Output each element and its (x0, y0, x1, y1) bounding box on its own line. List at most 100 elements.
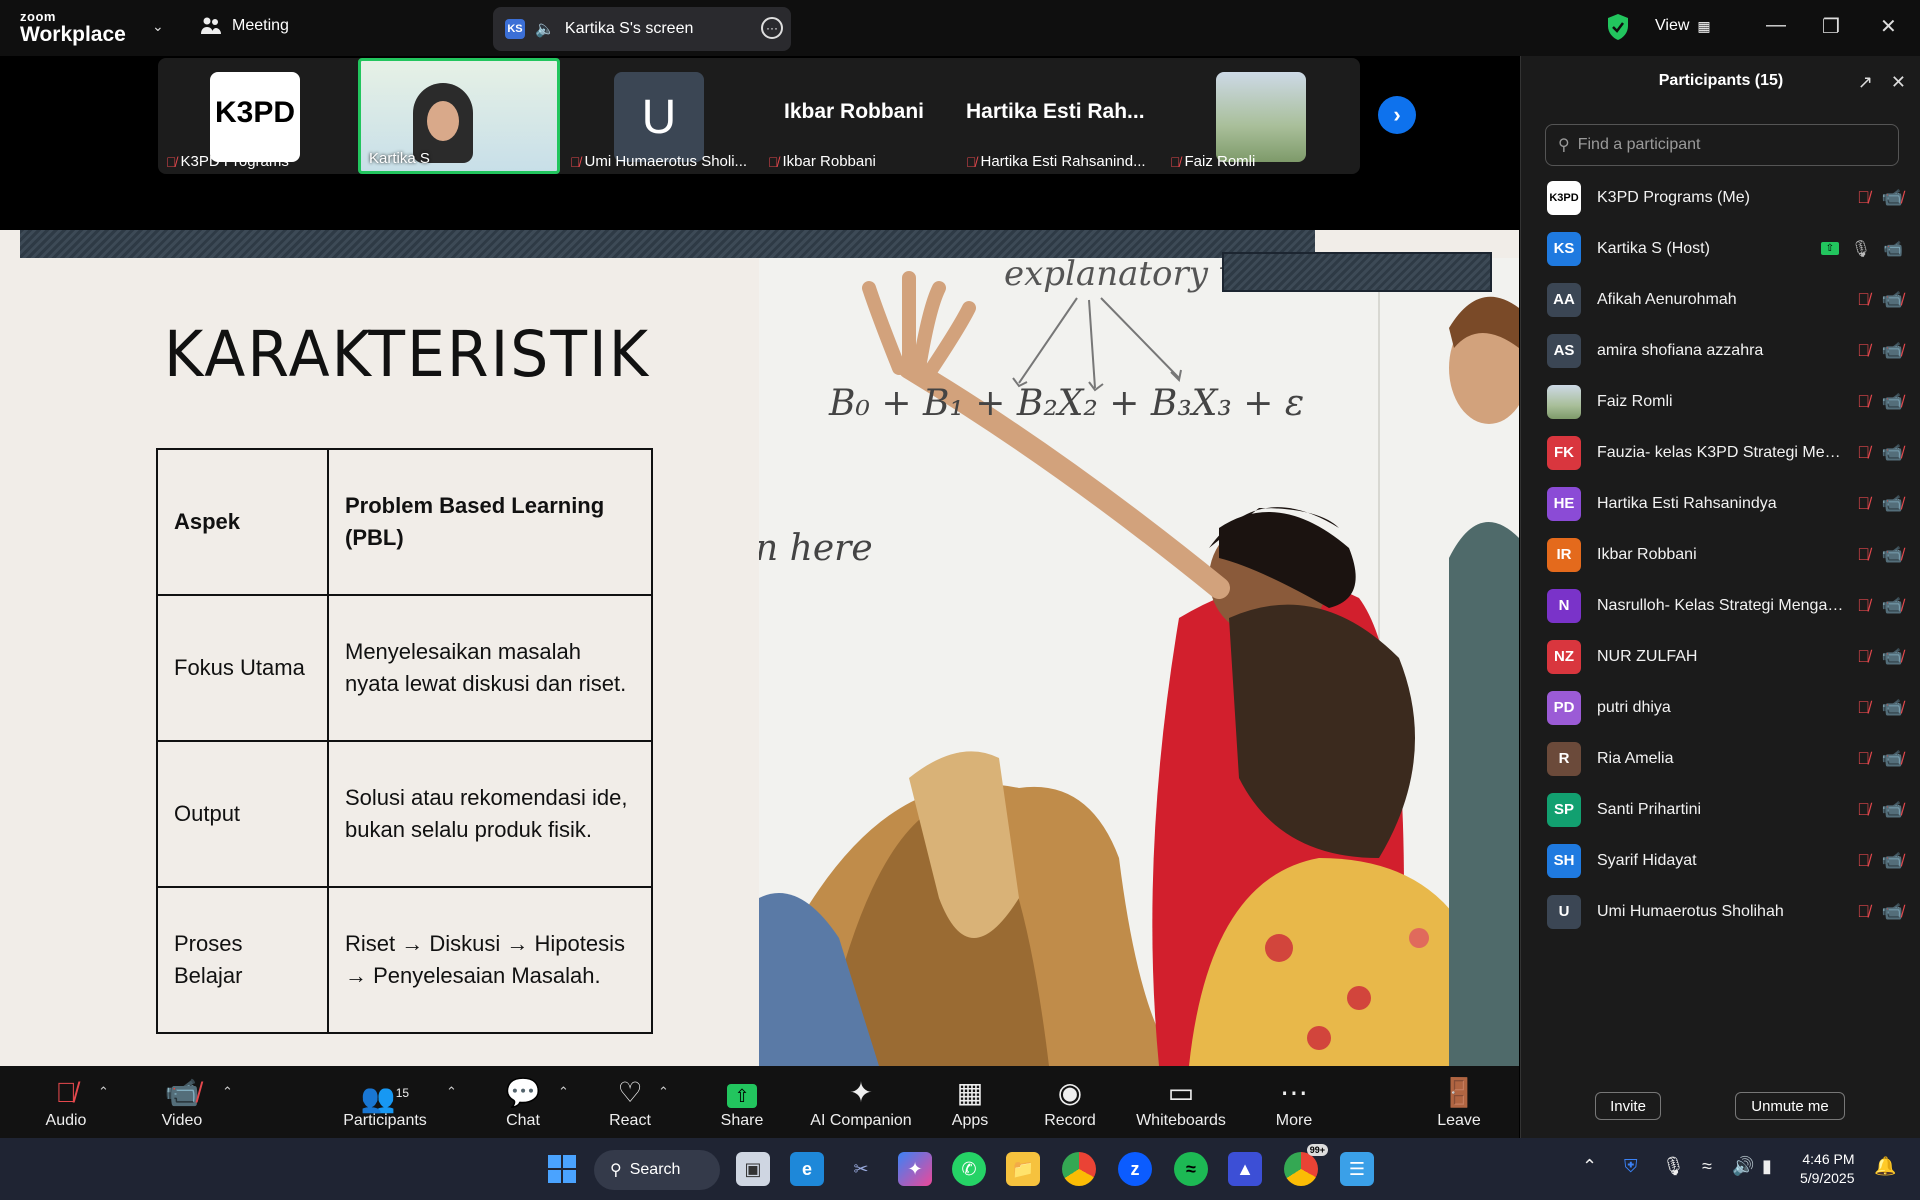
volume-icon[interactable]: 🔊 (1732, 1156, 1754, 1177)
ai-companion-button[interactable]: ✦ AI Companion (808, 1076, 914, 1130)
more-options-icon[interactable]: ··· (761, 17, 783, 39)
mic-off-icon[interactable]: 🎙̸ (1857, 851, 1870, 871)
notepad-icon[interactable]: ☰ (1340, 1152, 1374, 1186)
participants-options-caret-icon[interactable]: ⌃ (446, 1084, 457, 1100)
video-tile[interactable]: Hartika Esti Rah... 🎙̸ Hartika Esti Rahsa… (958, 58, 1158, 174)
video-tile[interactable]: K3PD 🎙̸ K3PD Programs (158, 58, 356, 174)
participants-button[interactable]: 👥15 Participants (340, 1076, 430, 1130)
search-input[interactable]: ⚲ Find a participant (1545, 124, 1899, 166)
mic-off-icon[interactable]: 🎙̸ (1857, 596, 1870, 616)
react-button[interactable]: ♡ React (604, 1076, 656, 1130)
video-off-icon[interactable]: 📹̸ (1882, 188, 1903, 208)
spotify-icon[interactable]: ≈ (1174, 1152, 1208, 1186)
participant-row[interactable]: Faiz Romli 🎙̸ 📹̸ (1521, 376, 1920, 427)
apps-button[interactable]: ▦ Apps (946, 1076, 994, 1130)
pop-out-icon[interactable]: ↗ (1858, 72, 1873, 93)
video-off-icon[interactable]: 📹̸ (1882, 647, 1903, 667)
video-off-icon[interactable]: 📹̸ (1882, 290, 1903, 310)
share-button[interactable]: ⇧ Share (716, 1076, 768, 1130)
mic-off-icon[interactable]: 🎙̸ (1857, 494, 1870, 514)
zoom-logo[interactable]: zoom Workplace (20, 10, 126, 45)
participant-row[interactable]: N Nasrulloh- Kelas Strategi Mengaja... 🎙̸ 📹… (1521, 580, 1920, 631)
battery-icon[interactable]: ▮ (1762, 1156, 1772, 1177)
participant-row[interactable]: FK Fauzia- kelas K3PD Strategi Menga... 🎙̸… (1521, 427, 1920, 478)
participant-row[interactable]: PD putri dhiya 🎙̸ 📹̸ (1521, 682, 1920, 733)
wifi-icon[interactable]: ≈ (1702, 1156, 1712, 1177)
mic-off-icon[interactable]: 🎙̸ (1857, 698, 1870, 718)
mic-off-icon[interactable]: 🎙̸ (1857, 443, 1870, 463)
video-off-icon[interactable]: 📹̸ (1882, 545, 1903, 565)
meeting-menu-button[interactable]: Meeting (200, 16, 289, 36)
video-off-icon[interactable]: 📹̸ (1882, 749, 1903, 769)
task-view-icon[interactable]: ▣ (736, 1152, 770, 1186)
participant-row[interactable]: U Umi Humaerotus Sholihah 🎙̸ 📹̸ (1521, 886, 1920, 937)
video-tile[interactable]: Ikbar Robbani 🎙̸ Ikbar Robbani (760, 58, 956, 174)
participant-row[interactable]: R Ria Amelia 🎙̸ 📹̸ (1521, 733, 1920, 784)
mic-off-icon[interactable]: 🎙̸ (1857, 545, 1870, 565)
copilot-icon[interactable]: ✦ (898, 1152, 932, 1186)
notification-bell-icon[interactable]: 🔔 (1874, 1156, 1896, 1177)
system-clock[interactable]: 4:46 PM 5/9/2025 (1800, 1150, 1855, 1188)
mic-off-icon[interactable]: 🎙̸ (1857, 749, 1870, 769)
mic-off-icon[interactable]: 🎙̸ (1857, 800, 1870, 820)
participant-row[interactable]: NZ NUR ZULFAH 🎙̸ 📹̸ (1521, 631, 1920, 682)
video-on-icon[interactable]: 📹 (1883, 239, 1903, 259)
participant-row[interactable]: AS amira shofiana azzahra 🎙̸ 📹̸ (1521, 325, 1920, 376)
record-button[interactable]: ◉ Record (1040, 1076, 1100, 1130)
screen-share-indicator[interactable]: KS 🔈 Kartika S's screen ··· (493, 7, 791, 51)
file-explorer-icon[interactable]: 📁 (1006, 1152, 1040, 1186)
mic-off-icon[interactable]: 🎙̸ (1857, 647, 1870, 667)
chat-options-caret-icon[interactable]: ⌃ (558, 1084, 569, 1100)
video-off-icon[interactable]: 📹̸ (1882, 698, 1903, 718)
participant-row[interactable]: KS Kartika S (Host) ⇧ 🎙 📹 (1521, 223, 1920, 274)
close-panel-icon[interactable]: ✕ (1891, 72, 1906, 93)
video-button[interactable]: 📹̸ Video (156, 1076, 208, 1130)
video-off-icon[interactable]: 📹̸ (1882, 851, 1903, 871)
taskbar-search[interactable]: ⚲ Search (594, 1150, 720, 1190)
video-off-icon[interactable]: 📹̸ (1882, 596, 1903, 616)
participant-row[interactable]: AA Afikah Aenurohmah 🎙̸ 📹̸ (1521, 274, 1920, 325)
participant-row[interactable]: K3PD K3PD Programs (Me) 🎙̸ 📹̸ (1521, 172, 1920, 223)
whatsapp-icon[interactable]: ✆ (952, 1152, 986, 1186)
zoom-app-icon[interactable]: z (1118, 1152, 1152, 1186)
snipping-tool-icon[interactable]: ✂ (844, 1152, 878, 1186)
microphone-icon[interactable]: 🎙 (1662, 1156, 1685, 1177)
tray-overflow-icon[interactable]: ⌃ (1582, 1156, 1597, 1177)
leave-button[interactable]: 🚪 Leave (1434, 1076, 1484, 1130)
mic-off-icon[interactable]: 🎙̸ (1857, 290, 1870, 310)
unmute-me-button[interactable]: Unmute me (1735, 1092, 1845, 1120)
audio-options-caret-icon[interactable]: ⌃ (98, 1084, 109, 1100)
video-off-icon[interactable]: 📹̸ (1882, 902, 1903, 922)
whiteboards-button[interactable]: ▭ Whiteboards (1136, 1076, 1226, 1130)
chat-button[interactable]: 💬 Chat (498, 1076, 548, 1130)
encryption-shield-icon[interactable] (1606, 13, 1630, 41)
mic-off-icon[interactable]: 🎙̸ (1857, 392, 1870, 412)
participant-row[interactable]: HE Hartika Esti Rahsanindya 🎙̸ 📹̸ (1521, 478, 1920, 529)
next-page-arrow-icon[interactable]: › (1378, 96, 1416, 134)
video-options-caret-icon[interactable]: ⌃ (222, 1084, 233, 1100)
mic-off-icon[interactable]: 🎙̸ (1857, 902, 1870, 922)
restore-icon[interactable]: ❐ (1822, 14, 1840, 39)
mic-on-icon[interactable]: 🎙 (1851, 239, 1871, 259)
view-button[interactable]: View ▦ (1655, 17, 1711, 35)
security-shield-icon[interactable]: ⛨ (1624, 1156, 1638, 1177)
minimize-icon[interactable]: — (1766, 14, 1786, 37)
more-button[interactable]: ⋯ More (1270, 1076, 1318, 1130)
edge-browser-icon[interactable]: e (790, 1152, 824, 1186)
chevron-down-icon[interactable]: ⌄ (152, 18, 164, 35)
video-tile[interactable]: U 🎙̸ Umi Humaerotus Sholi... (562, 58, 758, 174)
mic-off-icon[interactable]: 🎙̸ (1857, 341, 1870, 361)
chrome-icon[interactable] (1062, 1152, 1096, 1186)
active-speaker-tile[interactable]: Kartika S (358, 58, 560, 174)
invite-button[interactable]: Invite (1595, 1092, 1661, 1120)
video-off-icon[interactable]: 📹̸ (1882, 494, 1903, 514)
video-tile[interactable]: 🎙̸ Faiz Romli (1162, 58, 1360, 174)
participant-row[interactable]: SH Syarif Hidayat 🎙̸ 📹̸ (1521, 835, 1920, 886)
video-off-icon[interactable]: 📹̸ (1882, 800, 1903, 820)
close-icon[interactable]: ✕ (1880, 14, 1897, 39)
video-off-icon[interactable]: 📹̸ (1882, 392, 1903, 412)
chrome-profile-icon[interactable]: 99+ (1284, 1144, 1328, 1186)
react-options-caret-icon[interactable]: ⌃ (658, 1084, 669, 1100)
audio-button[interactable]: 🎙̸ Audio (40, 1076, 92, 1130)
app-icon[interactable]: ▲ (1228, 1152, 1262, 1186)
